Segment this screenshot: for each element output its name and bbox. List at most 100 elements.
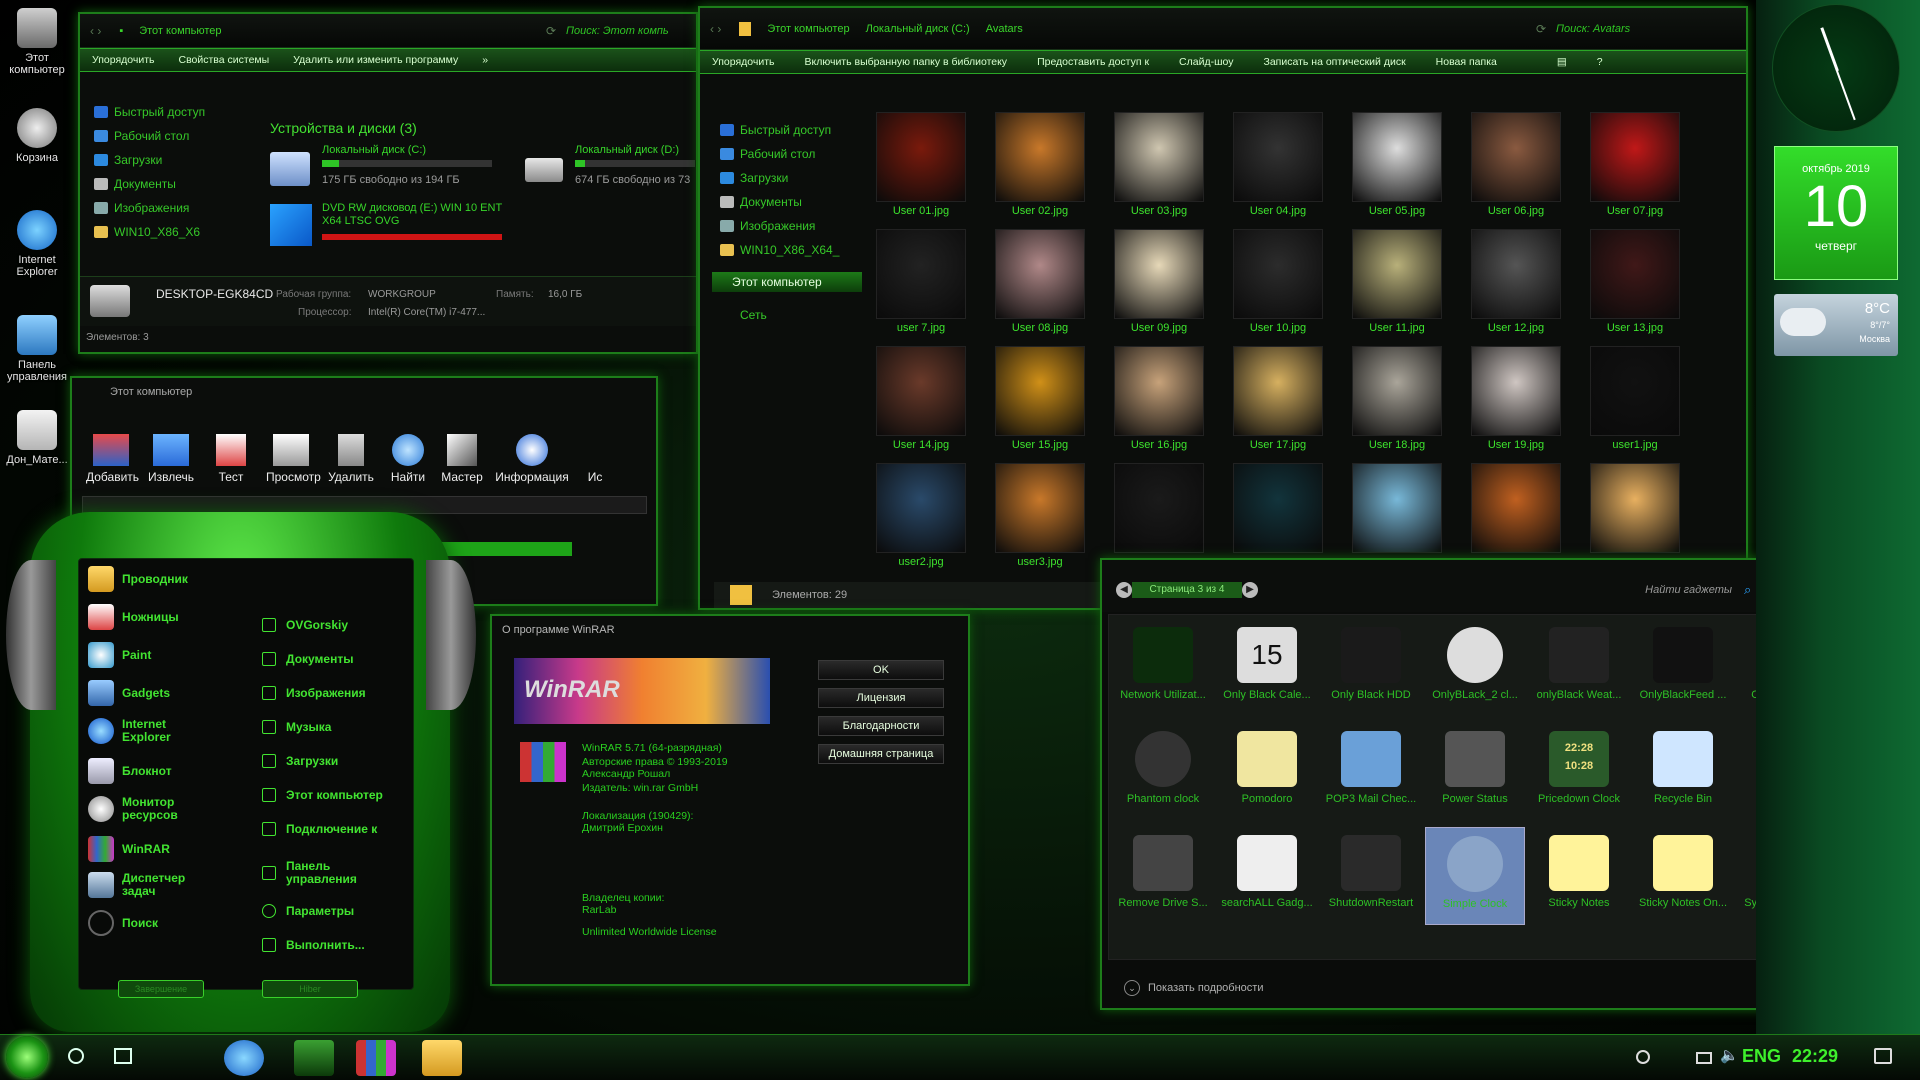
search-box[interactable]: Поиск: Этот компь	[566, 25, 686, 37]
nav-desktop[interactable]: Рабочий стол	[720, 142, 860, 166]
crumb-avatars[interactable]: Avatars	[986, 23, 1023, 35]
nav-quick-access[interactable]: Быстрый доступ	[720, 118, 860, 142]
back-forward-icon[interactable]: ‹ ›	[710, 22, 721, 36]
prev-page-button[interactable]: ◀	[1116, 582, 1132, 598]
file-item[interactable]: user3.jpg	[995, 463, 1085, 568]
start-item-ie[interactable]: Internet Explorer	[88, 718, 182, 744]
file-item[interactable]: User 03.jpg	[1114, 112, 1204, 217]
language-indicator[interactable]: ENG	[1742, 1046, 1781, 1067]
gadget-item[interactable]: Recycle Bin	[1633, 731, 1733, 805]
taskbar-winrar-icon[interactable]	[356, 1040, 396, 1076]
calendar-gadget[interactable]: октябрь 2019 10 четверг	[1774, 146, 1898, 280]
file-item[interactable]: User 09.jpg	[1114, 229, 1204, 334]
start-item-paint[interactable]: Paint	[88, 642, 151, 668]
file-item[interactable]	[1590, 463, 1680, 556]
people-icon[interactable]	[1636, 1050, 1650, 1064]
tool-info[interactable]: Информация	[494, 434, 570, 484]
refresh-icon[interactable]: ⟳	[1536, 22, 1546, 36]
file-item[interactable]: user 7.jpg	[876, 229, 966, 334]
file-item[interactable]: User 08.jpg	[995, 229, 1085, 334]
nav-pictures[interactable]: Изображения	[94, 196, 214, 220]
cmd-slideshow[interactable]: Слайд-шоу	[1179, 56, 1233, 68]
file-item[interactable]: User 17.jpg	[1233, 346, 1323, 451]
thanks-button[interactable]: Благодарности	[818, 716, 944, 736]
file-item[interactable]: User 14.jpg	[876, 346, 966, 451]
cmd-organize[interactable]: Упорядочить	[92, 54, 154, 66]
gadget-item[interactable]: OnlyBlackFeed ...	[1633, 627, 1733, 701]
start-right-control-panel[interactable]: Панель управления	[262, 860, 366, 886]
file-item[interactable]	[1352, 463, 1442, 556]
hibernate-button[interactable]: Hiber	[262, 980, 358, 998]
gadget-item[interactable]: Only Black Cale... 15	[1217, 627, 1317, 701]
address-bar[interactable]: Этот компьютер Локальный диск (C:) Avata…	[731, 19, 1526, 39]
search-icon[interactable]: ⌕	[1744, 582, 1751, 598]
start-item-gadgets[interactable]: Gadgets	[88, 680, 170, 706]
ok-button[interactable]: OK	[818, 660, 944, 680]
gadget-item[interactable]: POP3 Mail Chec...	[1321, 731, 1421, 805]
file-item[interactable]: User 12.jpg	[1471, 229, 1561, 334]
gadget-item[interactable]: Sticky Notes	[1529, 835, 1629, 909]
gadget-item[interactable]: Phantom clock	[1113, 731, 1213, 805]
start-right-ovgorskiy[interactable]: OVGorskiy	[262, 618, 348, 632]
start-right-settings[interactable]: Параметры	[262, 904, 354, 918]
refresh-icon[interactable]: ⟳	[546, 24, 556, 38]
tool-extract[interactable]: Извлечь	[146, 434, 196, 484]
license-button[interactable]: Лицензия	[818, 688, 944, 708]
gadget-item[interactable]: Power Status	[1425, 731, 1525, 805]
gadget-item[interactable]: Simple Clock	[1425, 827, 1525, 925]
start-right-this-pc[interactable]: Этот компьютер	[262, 788, 383, 802]
cmd-system-properties[interactable]: Свойства системы	[178, 54, 269, 66]
desktop-icon-don-mate[interactable]: Дон_Мате...	[2, 410, 72, 466]
file-item[interactable]	[1471, 463, 1561, 556]
drive-e[interactable]: DVD RW дисковод (E:) WIN 10 ENT X64 LTSC…	[270, 200, 510, 250]
desktop-icon-ie[interactable]: Internet Explorer	[2, 210, 72, 278]
cmd-new-folder[interactable]: Новая папка	[1436, 56, 1497, 68]
nav-win10-folder[interactable]: WIN10_X86_X64_	[720, 238, 860, 262]
crumb-drive-c[interactable]: Локальный диск (C:)	[866, 23, 970, 35]
start-item-notepad[interactable]: Блокнот	[88, 758, 172, 784]
help-icon[interactable]: ?	[1597, 56, 1603, 68]
volume-icon[interactable]: 🔈	[1720, 1046, 1739, 1064]
cmd-include-library[interactable]: Включить выбранную папку в библиотеку	[804, 56, 1007, 68]
start-item-resource-monitor[interactable]: Монитор ресурсов	[88, 796, 182, 822]
file-item[interactable]: user1.jpg	[1590, 346, 1680, 451]
cmd-more[interactable]: »	[482, 54, 488, 66]
file-item[interactable]	[1233, 463, 1323, 556]
nav-win10-folder[interactable]: WIN10_X86_X6	[94, 220, 214, 244]
start-right-connect[interactable]: Подключение к	[262, 822, 377, 836]
taskbar-this-pc-icon[interactable]	[294, 1040, 334, 1076]
desktop-icon-this-pc[interactable]: Этот компьютер	[2, 8, 72, 76]
file-item[interactable]: User 18.jpg	[1352, 346, 1442, 451]
start-right-run[interactable]: Выполнить...	[262, 938, 365, 952]
drive-c[interactable]: Локальный диск (C:) 175 ГБ свободно из 1…	[270, 144, 500, 194]
shutdown-button[interactable]: Завершение	[118, 980, 204, 998]
file-item[interactable]	[1114, 463, 1204, 556]
taskbar-explorer-icon[interactable]	[422, 1040, 462, 1076]
start-right-downloads[interactable]: Загрузки	[262, 754, 338, 768]
tool-add[interactable]: Добавить	[86, 434, 139, 484]
nav-desktop[interactable]: Рабочий стол	[94, 124, 214, 148]
tool-test[interactable]: Тест	[206, 434, 256, 484]
search-icon[interactable]	[68, 1048, 84, 1064]
file-item[interactable]: user2.jpg	[876, 463, 966, 568]
nav-this-pc-selected[interactable]: Этот компьютер	[712, 272, 862, 292]
file-item[interactable]: User 05.jpg	[1352, 112, 1442, 217]
cmd-uninstall[interactable]: Удалить или изменить программу	[293, 54, 458, 66]
start-right-pictures[interactable]: Изображения	[262, 686, 366, 700]
desktop-icon-recycle-bin[interactable]: Корзина	[2, 108, 72, 164]
nav-documents[interactable]: Документы	[94, 172, 214, 196]
start-item-winrar[interactable]: WinRAR	[88, 836, 170, 862]
gadget-item[interactable]: Remove Drive S...	[1113, 835, 1213, 909]
file-item[interactable]: User 19.jpg	[1471, 346, 1561, 451]
start-item-task-manager[interactable]: Диспетчер задач	[88, 872, 192, 898]
gadget-item[interactable]: Sticky Notes On...	[1633, 835, 1733, 909]
nav-documents[interactable]: Документы	[720, 190, 860, 214]
gadget-item[interactable]: Pomodoro	[1217, 731, 1317, 805]
drive-d[interactable]: Локальный диск (D:) 674 ГБ свободно из 7…	[525, 144, 696, 194]
start-item-snipping[interactable]: Ножницы	[88, 604, 179, 630]
file-item[interactable]: User 07.jpg	[1590, 112, 1680, 217]
start-right-documents[interactable]: Документы	[262, 652, 353, 666]
address-bar[interactable]: ▪ Этот компьютер	[111, 21, 536, 41]
task-view-icon[interactable]	[114, 1048, 132, 1064]
nav-pictures[interactable]: Изображения	[720, 214, 860, 238]
